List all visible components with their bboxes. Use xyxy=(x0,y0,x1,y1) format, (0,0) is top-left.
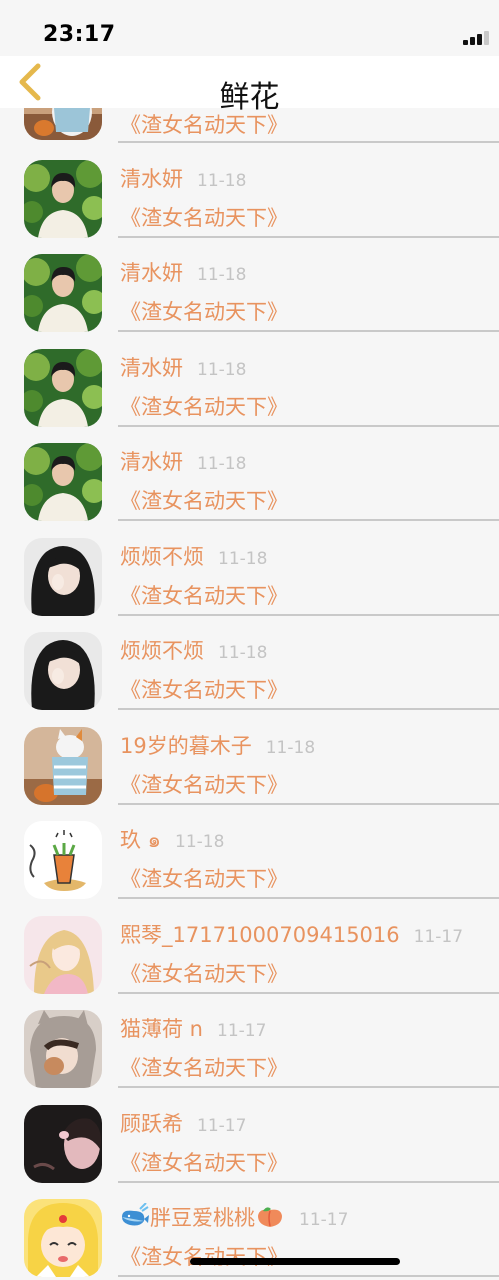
list-item[interactable]: 清水妍 11-18 《渣女名动天下》 xyxy=(0,332,499,427)
whale-emoji-icon xyxy=(122,1203,149,1226)
list-item[interactable]: 烦烦不烦 11-18 《渣女名动天下》 xyxy=(0,615,499,710)
work-title-link[interactable]: 《渣女名动天下》 xyxy=(120,485,288,515)
user-name[interactable]: 清水妍 xyxy=(120,167,183,191)
list-item[interactable]: 清水妍 11-18 《渣女名动天下》 xyxy=(0,143,499,238)
avatar[interactable] xyxy=(24,1010,102,1088)
avatar[interactable] xyxy=(24,821,102,899)
user-name[interactable]: 猫薄荷 n xyxy=(120,1017,203,1041)
list-item[interactable]: 19岁的暮木子 11-18 《渣女名动天下》 xyxy=(0,710,499,805)
name-symbol: ๑ xyxy=(141,828,162,852)
work-title-link[interactable]: 《渣女名动天下》 xyxy=(120,1147,288,1177)
avatar[interactable] xyxy=(24,727,102,805)
avatar[interactable] xyxy=(24,349,102,427)
list-item[interactable]: 玖 ๑ 11-18 《渣女名动天下》 xyxy=(0,804,499,899)
work-title-link[interactable]: 《渣女名动天下》 xyxy=(120,1052,288,1082)
list-item[interactable]: 顾跃希 11-17 《渣女名动天下》 xyxy=(0,1088,499,1183)
user-name[interactable]: 顾跃希 xyxy=(120,1112,183,1136)
work-title-link[interactable]: 《渣女名动天下》 xyxy=(120,296,288,326)
send-date: 11-18 xyxy=(265,738,316,758)
avatar[interactable] xyxy=(24,538,102,616)
send-date: 11-18 xyxy=(218,549,268,569)
page-title: 鲜花 xyxy=(219,80,280,115)
signal-strength-icon xyxy=(463,31,493,45)
home-indicator[interactable] xyxy=(190,1258,400,1265)
work-title-link[interactable]: 《渣女名动天下》 xyxy=(120,391,288,421)
send-date: 11-18 xyxy=(197,171,247,191)
user-name[interactable]: 清水妍 xyxy=(120,356,183,380)
list-item[interactable]: 烦烦不烦 11-18 《渣女名动天下》 xyxy=(0,521,499,616)
list-item[interactable]: 清水妍 11-18 《渣女名动天下》 xyxy=(0,237,499,332)
avatar[interactable] xyxy=(24,1105,102,1183)
work-title-link[interactable]: 《渣女名动天下》 xyxy=(120,674,288,704)
list-item[interactable]: 猫薄荷 n 11-17 《渣女名动天下》 xyxy=(0,993,499,1088)
list-item[interactable]: 熙琴_17171000709415016 11-17 《渣女名动天下》 xyxy=(0,899,499,994)
send-date: 11-17 xyxy=(197,1116,247,1136)
send-date: 11-17 xyxy=(217,1021,267,1041)
work-title-link[interactable]: 《渣女名动天下》 xyxy=(120,863,288,893)
row-divider xyxy=(118,1275,499,1277)
send-date: 11-18 xyxy=(197,265,247,285)
list-item[interactable]: 清水妍 11-18 《渣女名动天下》 xyxy=(0,426,499,521)
work-title-link[interactable]: 《渣女名动天下》 xyxy=(120,958,288,988)
user-name[interactable]: 清水妍 xyxy=(120,450,183,474)
send-date: 11-18 xyxy=(197,454,247,474)
send-date: 11-17 xyxy=(299,1210,349,1230)
work-title-link[interactable]: 《渣女名动天下》 xyxy=(120,1241,288,1271)
work-title-link[interactable]: 《渣女名动天下》 xyxy=(120,202,288,232)
send-date: 11-17 xyxy=(413,927,464,947)
user-name[interactable]: 胖豆爱桃桃 xyxy=(150,1206,255,1230)
avatar[interactable] xyxy=(24,254,102,332)
user-name[interactable]: 清水妍 xyxy=(120,261,183,285)
send-date: 11-18 xyxy=(175,832,225,852)
user-name[interactable]: 烦烦不烦 xyxy=(120,545,204,569)
send-date: 11-18 xyxy=(218,643,268,663)
status-bar: 23:17 xyxy=(0,0,499,56)
work-title-link[interactable]: 《渣女名动天下》 xyxy=(120,769,288,799)
avatar[interactable] xyxy=(24,443,102,521)
peach-emoji-icon xyxy=(258,1207,282,1227)
user-name[interactable]: 19岁的暮木子 xyxy=(120,734,252,758)
flower-sender-list: 《渣女名动天下》 清水妍 11-18 《渣女名动天下》 清水妍 11-18 《渣… xyxy=(0,0,499,1280)
avatar[interactable] xyxy=(24,916,102,994)
avatar[interactable] xyxy=(24,160,102,238)
user-name[interactable]: 玖 xyxy=(120,828,141,852)
avatar[interactable] xyxy=(24,1199,102,1277)
navigation-bar: 鲜花 xyxy=(0,56,499,115)
status-time: 23:17 xyxy=(43,22,116,47)
user-name[interactable]: 烦烦不烦 xyxy=(120,639,204,663)
user-name[interactable]: 熙琴_17171000709415016 xyxy=(120,923,400,947)
avatar[interactable] xyxy=(24,632,102,710)
send-date: 11-18 xyxy=(197,360,247,380)
work-title-link[interactable]: 《渣女名动天下》 xyxy=(120,580,288,610)
